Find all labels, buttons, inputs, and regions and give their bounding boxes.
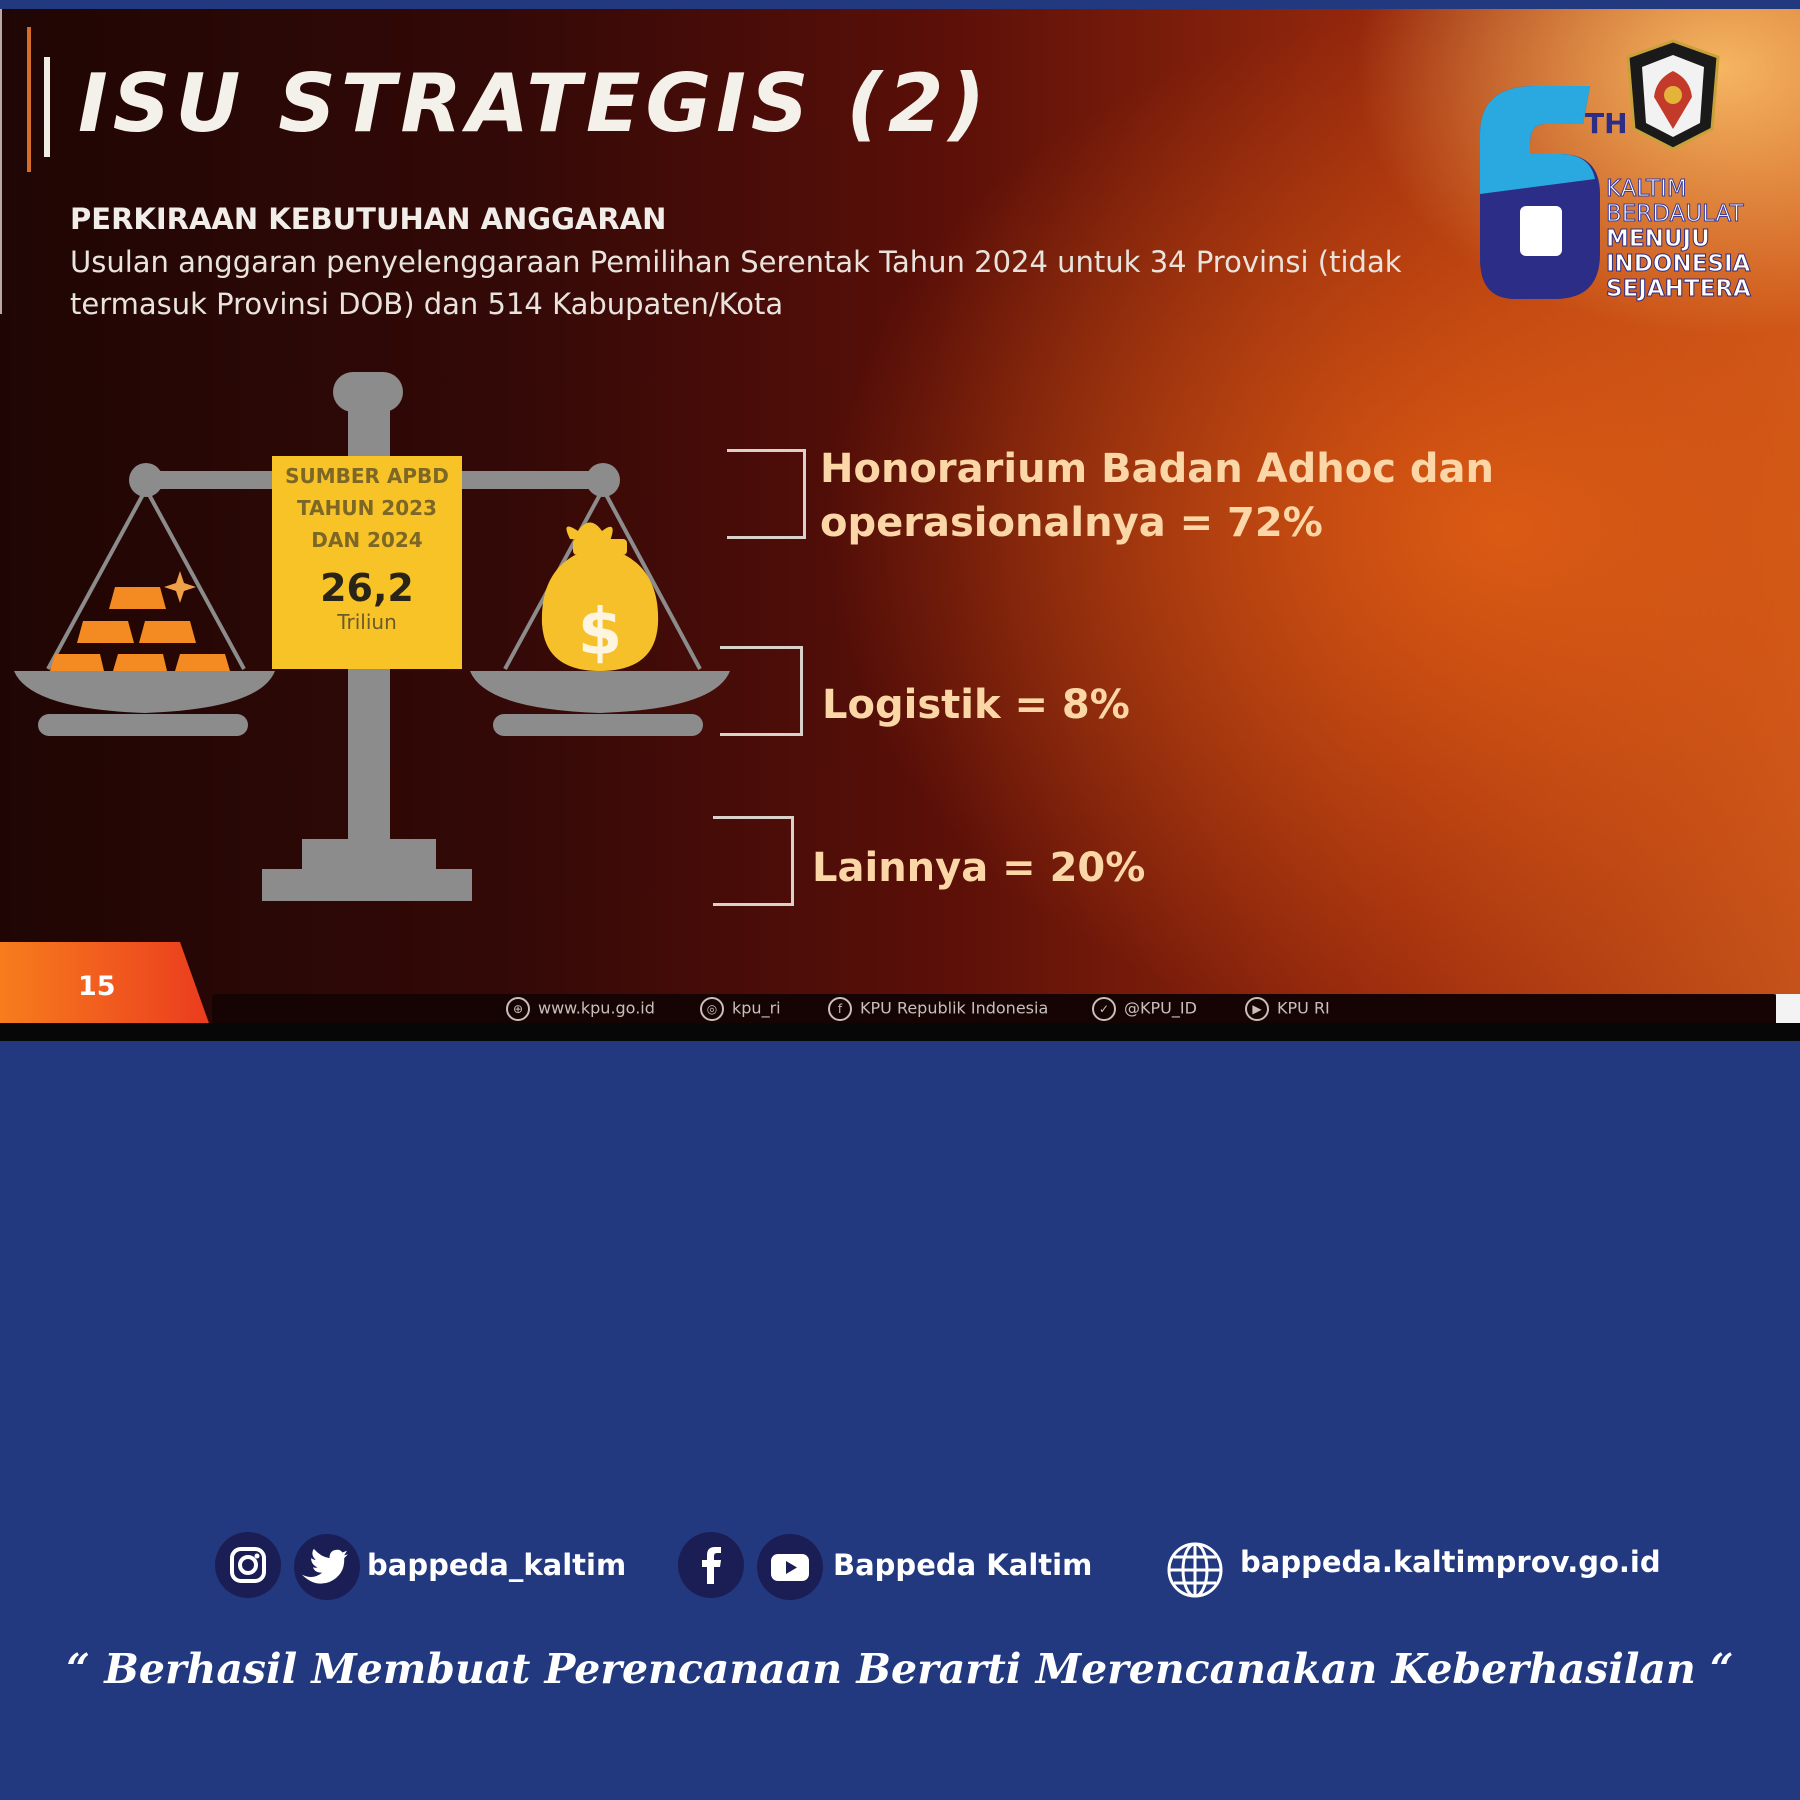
social-page-name[interactable]: Bappeda Kaltim [833,1548,1092,1582]
item-logistik: Logistik = 8% [822,682,1130,728]
footer-link-twitter: ✓ @KPU_ID [1092,997,1197,1021]
title-accent-line [27,27,31,172]
slide-title: ISU STRATEGIS (2) [78,57,991,150]
twitter-icon: ✓ [1092,997,1116,1021]
website-link[interactable]: bappeda.kaltimprov.go.id [1240,1545,1661,1579]
footer-link-youtube: ▶ KPU RI [1245,997,1330,1021]
slide-bottom-edge [0,1023,1800,1041]
slide-description: Usulan anggaran penyelenggaraan Pemiliha… [70,245,1402,321]
footer-link-instagram: ◎ kpu_ri [700,997,781,1021]
youtube-icon[interactable] [757,1534,823,1600]
left-edge-line [0,9,2,314]
bracket-lainnya [713,816,794,906]
facebook-icon[interactable] [678,1532,744,1598]
item-lainnya: Lainnya = 20% [812,845,1146,891]
youtube-icon: ▶ [1245,997,1269,1021]
instagram-icon[interactable] [215,1532,281,1598]
budget-unit: Triliun [337,610,397,634]
facebook-icon: f [828,997,852,1021]
slide: ISU STRATEGIS (2) PERKIRAAN KEBUTUHAN AN… [0,9,1800,1032]
globe-icon [1167,1542,1223,1598]
social-handle[interactable]: bappeda_kaltim [367,1548,626,1582]
item-honorarium: Honorarium Badan Adhoc dan operasionalny… [820,446,1494,546]
slide-subheading: PERKIRAAN KEBUTUHAN ANGGARAN [70,202,667,236]
globe-icon: ⊕ [506,997,530,1021]
svg-text:$: $ [578,596,623,670]
top-band [0,0,1800,9]
title-accent-line-2 [44,57,50,157]
page-number: 15 [78,971,116,1002]
bracket-logistik [720,646,803,736]
footer-link-facebook: f KPU Republik Indonesia [828,997,1048,1021]
footer-link-website: ⊕ www.kpu.go.id [506,997,655,1021]
twitter-icon[interactable] [294,1534,360,1600]
budget-source-box: SUMBER APBD TAHUN 2023 DAN 2024 26,2 Tri… [272,456,462,669]
motto-quote: “ Berhasil Membuat Perencanaan Berarti M… [66,1645,1734,1693]
budget-value: 26,2 [320,566,414,610]
anniversary-suffix: TH [1585,107,1628,140]
kpu-emblem-icon [1626,39,1720,151]
bracket-honorarium [727,449,806,539]
instagram-icon: ◎ [700,997,724,1021]
budget-source-label: SUMBER APBD TAHUN 2023 DAN 2024 [285,464,449,552]
anniversary-tagline: KALTIM BERDAULAT MENUJU INDONESIA SEJAHT… [1606,176,1752,302]
